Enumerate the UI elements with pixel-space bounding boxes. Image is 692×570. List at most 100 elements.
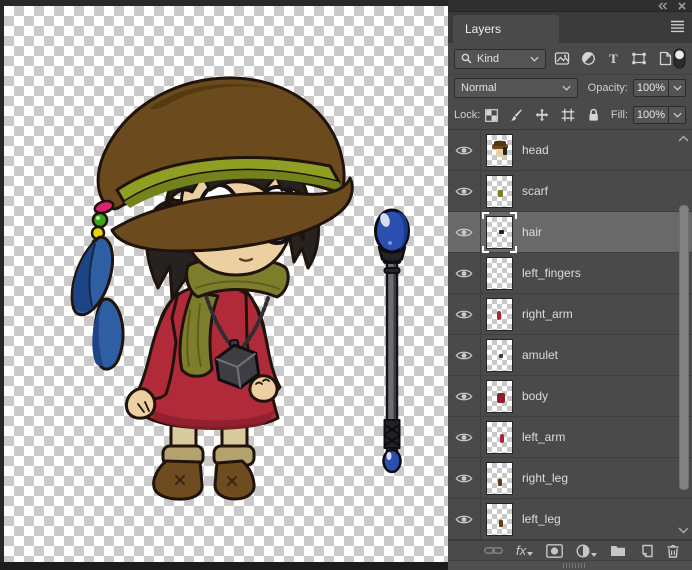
collapse-panels-icon[interactable]	[657, 2, 668, 10]
layer-thumbnail[interactable]	[486, 297, 513, 331]
close-icon[interactable]	[678, 2, 686, 10]
layers-panel: Layers Kind T Normal Opacity: 100% Lock:…	[448, 0, 692, 570]
layer-row-hair[interactable]: hair	[448, 211, 692, 253]
tab-layers[interactable]: Layers	[453, 15, 559, 43]
add-layer-mask-icon[interactable]	[546, 543, 564, 558]
fx-label: fx	[516, 543, 527, 558]
lock-position-icon[interactable]	[535, 108, 549, 122]
layer-thumbnail[interactable]	[486, 379, 513, 413]
scrollbar-thumb[interactable]	[679, 205, 689, 490]
filter-type-layers-icon[interactable]: T	[607, 51, 620, 66]
layer-thumbnail[interactable]	[486, 174, 513, 208]
layer-name: left_leg	[522, 512, 561, 526]
visibility-toggle[interactable]	[448, 294, 481, 334]
thumbnail-sprite	[499, 353, 503, 358]
opacity-field[interactable]: 100%	[633, 79, 669, 97]
layer-row-right-leg[interactable]: right_leg	[448, 458, 692, 499]
visibility-toggle[interactable]	[448, 171, 481, 211]
visibility-toggle[interactable]	[448, 253, 481, 293]
lock-artboard-icon[interactable]	[561, 108, 575, 122]
thumbnail-sprite	[494, 140, 506, 146]
delete-layer-icon[interactable]	[666, 544, 680, 558]
canvas-area[interactable]	[0, 0, 448, 570]
filter-adjustment-layers-icon[interactable]	[581, 51, 596, 66]
new-group-icon[interactable]	[610, 544, 626, 557]
panel-tab-bar: Layers	[448, 12, 692, 43]
chevron-down-icon	[530, 56, 539, 62]
thumbnail-sprite	[503, 146, 507, 155]
lock-image-pixels-icon[interactable]	[510, 109, 523, 122]
filter-shape-layers-icon[interactable]	[631, 51, 647, 66]
chevron-down-icon	[562, 85, 571, 91]
scroll-down-icon[interactable]	[678, 527, 689, 534]
layer-effects-button[interactable]: fx	[516, 543, 534, 558]
visibility-toggle[interactable]	[448, 130, 481, 170]
kind-label: Kind	[477, 52, 500, 65]
staff-pommel	[382, 448, 402, 474]
layer-name: left_fingers	[522, 266, 581, 280]
filter-smart-objects-icon[interactable]	[658, 51, 672, 66]
thumbnail-sprite	[497, 310, 501, 320]
eye-icon	[455, 514, 473, 525]
blend-mode-value: Normal	[461, 82, 497, 94]
layer-row-amulet[interactable]: amulet	[448, 335, 692, 376]
layer-name: right_arm	[522, 307, 573, 321]
opacity-label: Opacity:	[587, 82, 628, 94]
visibility-toggle[interactable]	[448, 458, 481, 498]
filtering-toggle[interactable]	[673, 48, 686, 69]
blend-mode-dropdown[interactable]: Normal	[454, 78, 578, 98]
link-layers-icon[interactable]	[484, 545, 503, 556]
thumbnail-sprite	[500, 433, 504, 443]
lock-transparent-pixels-icon[interactable]	[485, 108, 499, 122]
visibility-toggle[interactable]	[448, 499, 481, 539]
new-layer-icon[interactable]	[639, 544, 653, 558]
visibility-toggle[interactable]	[448, 335, 481, 375]
scroll-up-icon[interactable]	[678, 135, 689, 142]
fill-field[interactable]: 100%	[633, 106, 669, 124]
kind-filter-dropdown[interactable]: Kind	[454, 48, 546, 69]
layer-row-left-fingers[interactable]: left_fingers	[448, 253, 692, 294]
visibility-toggle[interactable]	[448, 417, 481, 457]
boot-right	[213, 459, 256, 501]
new-adjustment-layer-button[interactable]	[576, 543, 598, 558]
layer-row-body[interactable]: body	[448, 376, 692, 417]
thumbnail-sprite	[499, 519, 503, 527]
character-artwork	[70, 76, 410, 501]
visibility-toggle[interactable]	[448, 212, 481, 252]
thumbnail-sprite	[498, 478, 502, 486]
chevron-down-icon	[672, 112, 682, 118]
layer-thumbnail[interactable]	[482, 211, 517, 253]
layer-thumbnail[interactable]	[486, 338, 513, 372]
layer-row-left-arm[interactable]: left_arm	[448, 417, 692, 458]
layer-row-scarf[interactable]: scarf	[448, 171, 692, 212]
boot-left	[152, 459, 204, 501]
eye-icon	[455, 268, 473, 279]
eye-icon	[455, 227, 473, 238]
panel-menu-icon[interactable]	[670, 20, 685, 33]
layer-row-head[interactable]: head	[448, 130, 692, 171]
eye-icon	[455, 350, 473, 361]
opacity-dropdown-button[interactable]	[669, 79, 686, 97]
layer-name: scarf	[522, 184, 549, 198]
thumbnail-sprite	[499, 229, 504, 234]
layer-thumbnail[interactable]	[486, 133, 513, 167]
layer-thumbnail[interactable]	[486, 502, 513, 536]
lock-all-icon[interactable]	[587, 108, 600, 122]
layer-row-left-leg[interactable]: left_leg	[448, 499, 692, 540]
layer-thumbnail[interactable]	[486, 420, 513, 454]
visibility-toggle[interactable]	[448, 376, 481, 416]
layer-thumbnail[interactable]	[486, 256, 513, 290]
thumbnail-sprite	[500, 274, 503, 278]
filter-pixel-layers-icon[interactable]	[554, 51, 570, 66]
eye-icon	[455, 309, 473, 320]
lock-label: Lock:	[454, 109, 481, 121]
blend-bar: Normal Opacity: 100%	[448, 75, 692, 101]
panel-resize-strip[interactable]	[448, 560, 692, 570]
layer-name: amulet	[522, 348, 559, 362]
staff	[374, 208, 410, 474]
layer-thumbnail[interactable]	[486, 461, 513, 495]
layer-row-right-arm[interactable]: right_arm	[448, 294, 692, 335]
chevron-down-icon	[527, 552, 534, 556]
fill-dropdown-button[interactable]	[669, 106, 686, 124]
layer-name: body	[522, 389, 549, 403]
